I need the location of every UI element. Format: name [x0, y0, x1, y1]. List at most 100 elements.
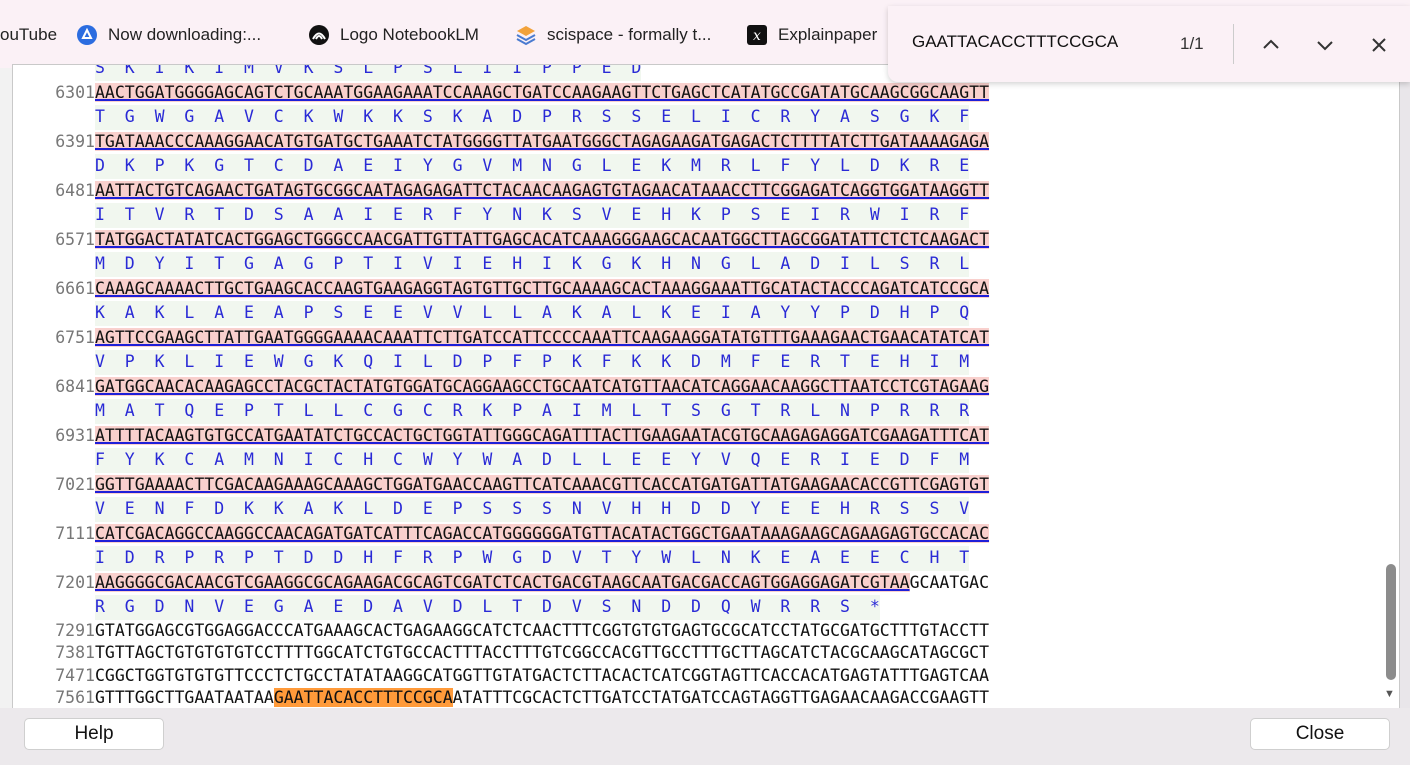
drive-icon	[76, 24, 98, 46]
find-input[interactable]: GAATTACACCTTTCCGCA	[912, 32, 1118, 52]
dna-sequence: AATTACTGTCAGAACTGATAGTGCGGCAATAGAGAGATTC…	[95, 180, 990, 200]
protein-sequence: I D R P R P T D D H F R P W G D V T Y W …	[95, 546, 970, 571]
protein-sequence: S K I K I M V K S L P S L I I P P E D	[95, 65, 642, 81]
dna-row: 6841 GATGGCAACACAAGAGCCTACGCTACTATGTGGATG…	[33, 375, 990, 400]
protein-sequence: K A K L A E A P S E E V V L L A K A L K …	[95, 301, 970, 326]
dna-sequence: TGATAAACCCAAAGGAACATGTGATGCTGAAATCTATGGG…	[95, 131, 990, 151]
bookmark-explainpaper[interactable]: x Explainpaper	[746, 22, 877, 48]
protein-sequence: M D Y I T G A G P T I V I E H I K G K H …	[95, 252, 970, 277]
protein-sequence: V P K L I E W G K Q I L D P F P K F K K …	[95, 350, 970, 375]
dna-sequence: GATGGCAACACAAGAGCCTACGCTACTATGTGGATGCAGG…	[95, 376, 990, 396]
left-edge	[0, 68, 12, 708]
position-number: 6301	[55, 82, 95, 102]
notebooklm-icon	[308, 24, 330, 46]
scrollbar-thumb[interactable]	[1386, 564, 1396, 680]
position-number: 6391	[55, 131, 95, 151]
find-match-count: 1/1	[1180, 34, 1204, 53]
protein-sequence: V E N F D K K A K L D E P S S S N V H H …	[95, 497, 970, 522]
protein-row: V P K L I E W G K Q I L D P F P K F K K …	[33, 350, 970, 375]
bookmark-notebooklm[interactable]: Logo NotebookLM	[308, 22, 479, 48]
dna-sequence: AGTTCCGAAGCTTATTGAATGGGGAAAACAAATTCTTGAT…	[95, 327, 990, 347]
position-number: 7561	[55, 688, 95, 707]
dna-sequence: AACTGGATGGGGAGCAGTCTGCAAATGGAAGAAATCCAAA…	[95, 82, 990, 102]
find-next-button[interactable]	[1310, 30, 1340, 60]
dna-row: 6571 TATGGACTATATCACTGGAGCTGGGCCAACGATTGT…	[33, 228, 990, 253]
position-number: 7111	[55, 523, 95, 543]
find-divider	[1233, 24, 1234, 64]
protein-sequence: T G W G A V C K W K K S K A D P R S S E …	[95, 105, 970, 130]
dna-row: 7561 GTTTGGCTTGAATAATAAGAATTACACCTTTCCGCA…	[33, 687, 989, 709]
protein-sequence: M A T Q E P T L L C G C R K P A I M L T …	[95, 399, 970, 424]
dna-row: 6391 TGATAAACCCAAAGGAACATGTGATGCTGAAATCTA…	[33, 130, 990, 155]
dna-row: 7381 TGTTAGCTGTGTGTGTCCTTTTGGCATCTGTGCCAC…	[33, 642, 989, 665]
dna-row: 7471 CGGCTGGTGTGTGTTCCCTCTGCCTATATAAGGCAT…	[33, 665, 989, 688]
dna-sequence: CAAAGCAAAACTTGCTGAAGCACCAAGTGAAGAGGTAGTG…	[95, 278, 990, 298]
dna-sequence: CGGCTGGTGTGTGTTCCCTCTGCCTATATAAGGCATGGTT…	[95, 665, 990, 685]
dna-row: 6481 AATTACTGTCAGAACTGATAGTGCGGCAATAGAGAG…	[33, 179, 990, 204]
position-number: 7201	[55, 572, 95, 592]
dna-row: 6661 CAAAGCAAAACTTGCTGAAGCACCAAGTGAAGAGGT…	[33, 277, 990, 302]
dna-row: 6751 AGTTCCGAAGCTTATTGAATGGGGAAAACAAATTCT…	[33, 326, 990, 351]
bookmark-scispace[interactable]: scispace - formally t...	[515, 22, 711, 48]
chevron-up-icon	[1263, 39, 1279, 49]
search-match-highlight: GAATTACACCTTTCCGCA	[273, 688, 453, 707]
position-number: 6841	[55, 376, 95, 396]
bookmark-label: ouTube	[0, 25, 58, 44]
dna-row: 6931 ATTTTACAAGTGTGCCATGAATATCTGCCACTGCTG…	[33, 424, 990, 449]
dna-row: 7111 CATCGACAGGCCAAGGCCAACAGATGATCATTTCAG…	[33, 522, 990, 547]
dna-row: 7291 GTATGGAGCGTGGAGGACCCATGAAAGCACTGAGAA…	[33, 620, 989, 643]
translated-region: 6301 AACTGGATGGGGAGCAGTCTGCAAATGGAAGAAATC…	[33, 81, 990, 620]
protein-row: F Y K C A M N I C H C W Y W A D L L E E …	[33, 448, 970, 473]
help-button[interactable]: Help	[24, 718, 164, 750]
sequence-lines: S K I K I M V K S L P S L I I P P E D 63…	[33, 65, 990, 710]
dna-sequence: TATGGACTATATCACTGGAGCTGGGCCAACGATTGTTATT…	[95, 229, 990, 249]
bookmark-label: scispace - formally t...	[547, 25, 712, 44]
dna-sequence: GTATGGAGCGTGGAGGACCCATGAAAGCACTGAGAAGGCA…	[95, 620, 990, 640]
scroll-down-icon[interactable]: ▼	[1384, 688, 1395, 700]
dna-sequence-tail: GCAATGAC	[909, 572, 990, 592]
untranslated-region: 7291 GTATGGAGCGTGGAGGACCCATGAAAGCACTGAGAA…	[33, 620, 989, 710]
bookmark-label: Logo NotebookLM	[340, 25, 479, 44]
position-number: 6571	[55, 229, 95, 249]
position-number: 6751	[55, 327, 95, 347]
sequence-viewer[interactable]: S K I K I M V K S L P S L I I P P E D 63…	[12, 64, 1400, 710]
protein-row: M D Y I T G A G P T I V I E H I K G K H …	[33, 252, 970, 277]
protein-row: D K P K G T C D A E I Y G V M N G L E K …	[33, 154, 970, 179]
position-number: 6481	[55, 180, 95, 200]
dna-row: 7201 AAGGGGCGACAACGTCGAAGGCGCAGAAGACGCAGT…	[33, 571, 989, 596]
protein-row: I D R P R P T D D H F R P W G D V T Y W …	[33, 546, 970, 571]
explainpaper-icon: x	[746, 24, 768, 46]
chevron-down-icon	[1317, 41, 1333, 51]
dna-sequence: CATCGACAGGCCAAGGCCAACAGATGATCATTTCAGACCA…	[95, 523, 990, 543]
position-number: 7021	[55, 474, 95, 494]
find-bar: GAATTACACCTTTCCGCA 1/1	[888, 6, 1410, 82]
dna-sequence: GTTTGGCTTGAATAATAA	[95, 688, 274, 707]
close-button[interactable]: Close	[1250, 718, 1390, 750]
protein-row: V E N F D K K A K L D E P S S S N V H H …	[33, 497, 970, 522]
close-icon	[1372, 38, 1386, 52]
dna-sequence: ATTTTACAAGTGTGCCATGAATATCTGCCACTGCTGGTAT…	[95, 425, 990, 445]
bookmark-label: Now downloading:...	[108, 25, 262, 44]
protein-sequence: R G D N V E G A E D A V D L T D V S N D …	[95, 595, 880, 620]
find-close-button[interactable]	[1364, 30, 1394, 60]
bookmark-now-downloading[interactable]: Now downloading:...	[76, 22, 261, 48]
protein-row: M A T Q E P T L L C G C R K P A I M L T …	[33, 399, 970, 424]
position-number: 6931	[55, 425, 95, 445]
position-number: 7291	[55, 620, 95, 640]
dna-row: 7021 GGTTGAAAACTTCGACAAGAAAGCAAAGCTGGATGA…	[33, 473, 990, 498]
protein-row: K A K L A E A P S E E V V L L A K A L K …	[33, 301, 970, 326]
protein-sequence: D K P K G T C D A E I Y G V M N G L E K …	[95, 154, 970, 179]
protein-row: T G W G A V C K W K K S K A D P R S S E …	[33, 105, 970, 130]
protein-row: I T V R T D S A A I E R F Y N K S V E H …	[33, 203, 970, 228]
dna-sequence: AAGGGGCGACAACGTCGAAGGCGCAGAAGACGCAGTCGAT…	[95, 572, 910, 592]
bookmark-label: Explainpaper	[778, 25, 878, 44]
dna-sequence: ATATTTCGCACTCTTGATCCTATGATCCAGTAGGTTGAGA…	[452, 688, 990, 707]
position-number: 7381	[55, 643, 95, 662]
protein-sequence: F Y K C A M N I C H C W Y W A D L L E E …	[95, 448, 970, 473]
vertical-scrollbar[interactable]: ▼	[1382, 68, 1398, 708]
scispace-icon	[515, 24, 537, 46]
find-previous-button[interactable]	[1256, 30, 1286, 60]
position-number: 6661	[55, 278, 95, 298]
bookmark-youtube[interactable]: ouTube	[0, 22, 57, 48]
dna-sequence: TGTTAGCTGTGTGTGTCCTTTTGGCATCTGTGCCACTTTA…	[95, 643, 990, 662]
